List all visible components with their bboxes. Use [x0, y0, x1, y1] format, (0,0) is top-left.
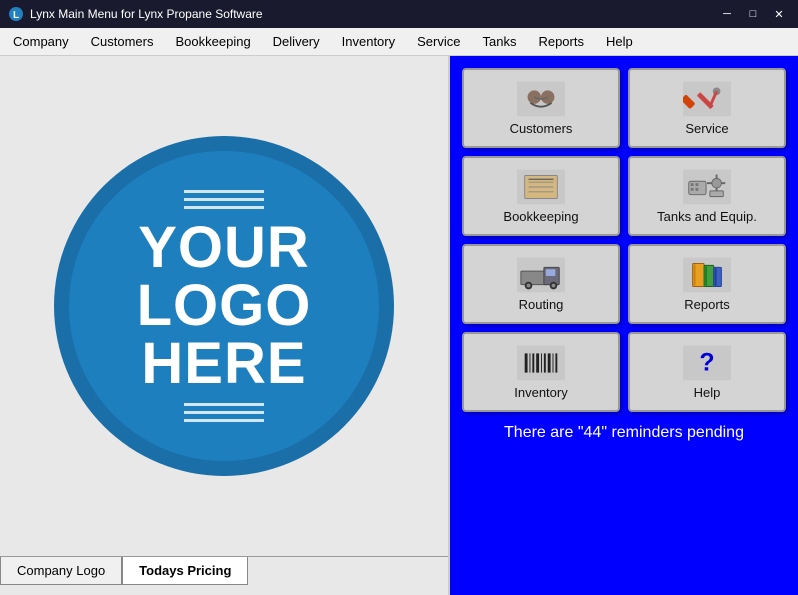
inventory-button[interactable]: Inventory: [462, 332, 620, 412]
app-icon: L: [8, 6, 24, 22]
logo-line-1: [184, 190, 264, 193]
help-label: Help: [694, 385, 721, 400]
menu-item-menu-tanks[interactable]: Tanks: [471, 29, 527, 54]
customers-label: Customers: [510, 121, 573, 136]
logo-text-line2: LOGO: [137, 277, 312, 335]
routing-icon: [517, 257, 565, 293]
close-button[interactable]: ✕: [768, 5, 790, 23]
title-bar: L Lynx Main Menu for Lynx Propane Softwa…: [0, 0, 798, 28]
logo-line-4: [184, 403, 264, 406]
menu-item-menu-company[interactable]: Company: [2, 29, 80, 54]
reports-button[interactable]: Reports: [628, 244, 786, 324]
logo-line-6: [184, 419, 264, 422]
svg-text:L: L: [13, 10, 19, 21]
logo-lines-top: [184, 190, 264, 209]
customers-button[interactable]: Customers: [462, 68, 620, 148]
menu-item-menu-service[interactable]: Service: [406, 29, 471, 54]
reminder-text: There are "44" reminders pending: [504, 424, 744, 442]
logo-lines-bottom: [184, 403, 264, 422]
logo-line-3: [184, 206, 264, 209]
company-logo-button[interactable]: Company Logo: [0, 557, 122, 585]
logo-line-5: [184, 411, 264, 414]
logo-text-line1: YOUR: [138, 219, 310, 277]
tanks-icon: [683, 169, 731, 205]
right-panel: Customers Service: [450, 56, 798, 595]
bookkeeping-button[interactable]: Bookkeeping: [462, 156, 620, 236]
logo-circle-outer: YOUR LOGO HERE: [54, 136, 394, 476]
bookkeeping-label: Bookkeeping: [503, 209, 578, 224]
menu-item-menu-delivery[interactable]: Delivery: [262, 29, 331, 54]
logo-text-line3: HERE: [141, 335, 306, 393]
service-button[interactable]: Service: [628, 68, 786, 148]
menu-item-menu-bookkeeping[interactable]: Bookkeeping: [165, 29, 262, 54]
service-label: Service: [685, 121, 728, 136]
reports-label: Reports: [684, 297, 730, 312]
logo-line-2: [184, 198, 264, 201]
minimize-button[interactable]: ─: [716, 5, 738, 23]
help-icon: ?: [683, 345, 731, 381]
tanks-button[interactable]: Tanks and Equip.: [628, 156, 786, 236]
bookkeeping-icon: [517, 169, 565, 205]
bottom-buttons: Company Logo Todays Pricing: [0, 556, 448, 585]
svg-text:?: ?: [699, 348, 714, 376]
title-bar-text: Lynx Main Menu for Lynx Propane Software: [30, 7, 263, 21]
routing-label: Routing: [519, 297, 564, 312]
maximize-button[interactable]: □: [742, 5, 764, 23]
todays-pricing-button[interactable]: Todays Pricing: [122, 557, 248, 585]
menu-grid: Customers Service: [462, 68, 786, 412]
menu-item-menu-inventory[interactable]: Inventory: [331, 29, 406, 54]
tanks-label: Tanks and Equip.: [657, 209, 757, 224]
left-panel: YOUR LOGO HERE Company Logo Todays Prici…: [0, 56, 450, 595]
customers-icon: [517, 81, 565, 117]
main-container: YOUR LOGO HERE Company Logo Todays Prici…: [0, 56, 798, 595]
routing-button[interactable]: Routing: [462, 244, 620, 324]
help-button[interactable]: ? Help: [628, 332, 786, 412]
inventory-icon: [517, 345, 565, 381]
menu-item-menu-reports[interactable]: Reports: [527, 29, 595, 54]
inventory-label: Inventory: [514, 385, 567, 400]
menu-item-menu-customers[interactable]: Customers: [80, 29, 165, 54]
service-icon: [683, 81, 731, 117]
menu-item-menu-help[interactable]: Help: [595, 29, 644, 54]
logo-container: YOUR LOGO HERE: [0, 56, 448, 556]
reports-icon: [683, 257, 731, 293]
logo-circle-inner: YOUR LOGO HERE: [69, 151, 379, 461]
menu-bar: CompanyCustomersBookkeepingDeliveryInven…: [0, 28, 798, 56]
